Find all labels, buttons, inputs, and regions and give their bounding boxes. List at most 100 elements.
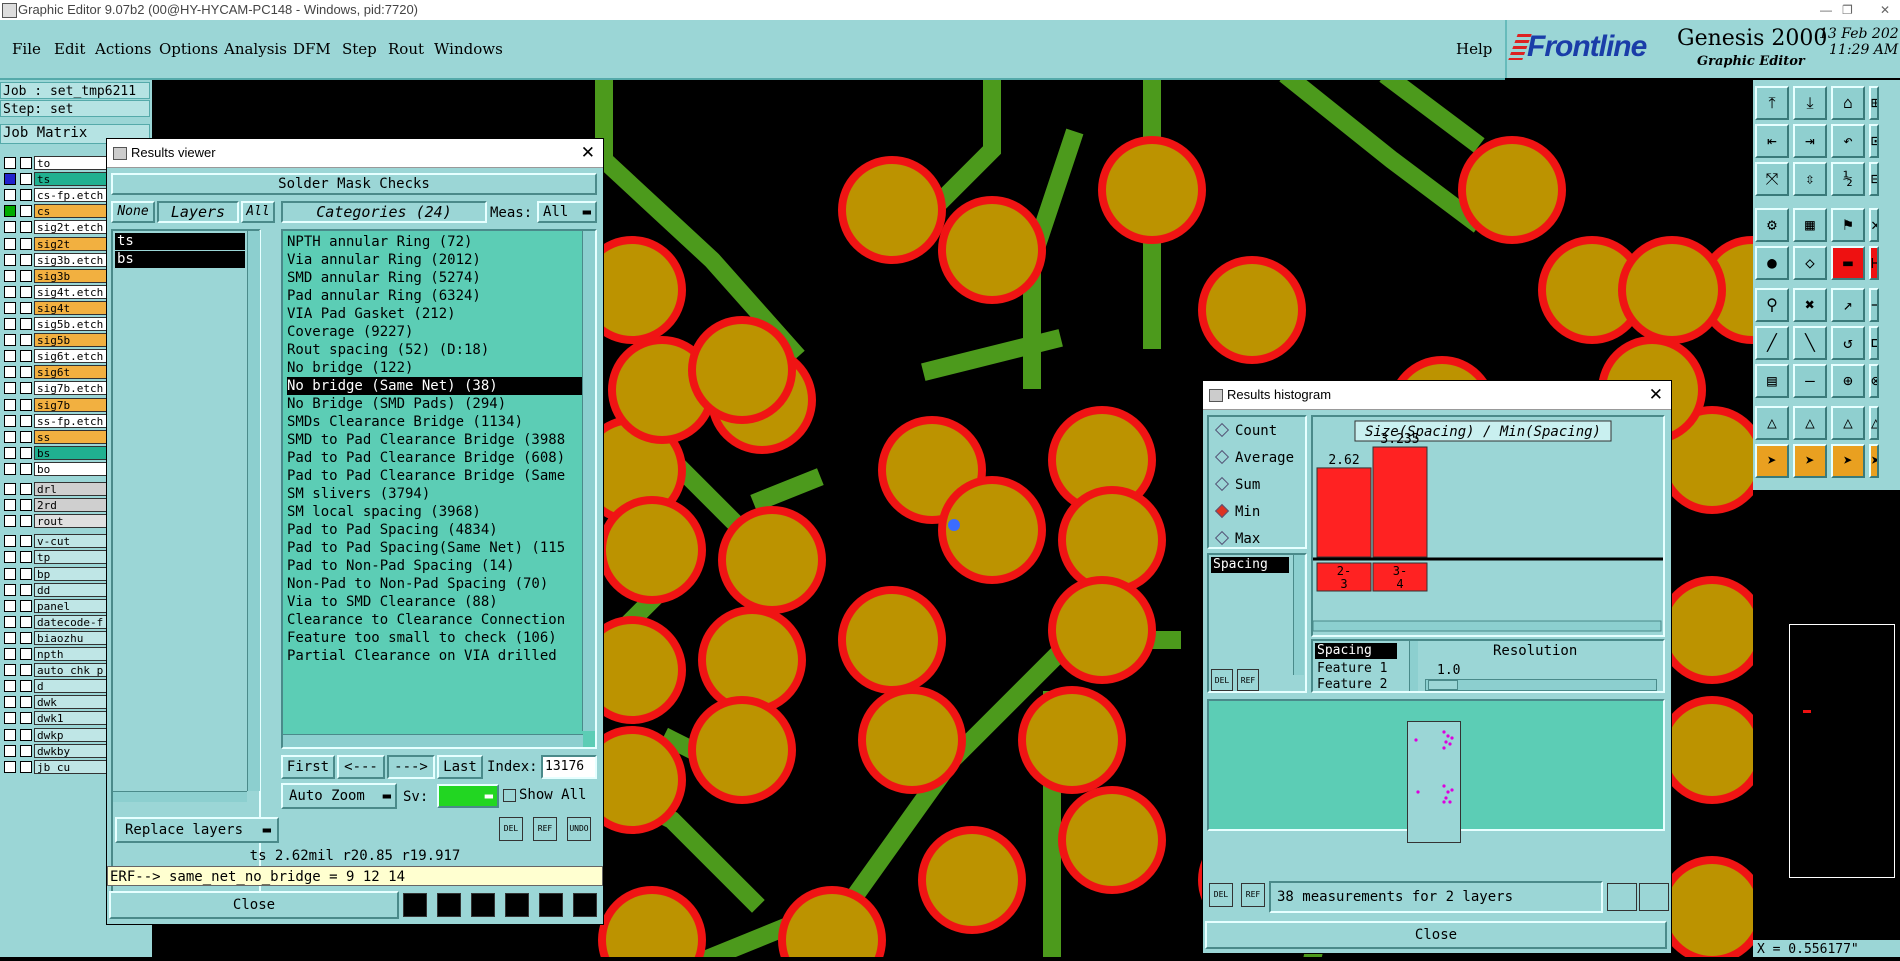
category-item[interactable]: SMDs Clearance Bridge (1134) <box>287 413 582 431</box>
layer-checkbox[interactable] <box>4 728 16 741</box>
category-item[interactable]: Non-Pad to Non-Pad Spacing (70) <box>287 575 582 593</box>
category-item[interactable]: No bridge (122) <box>287 359 582 377</box>
layer-row[interactable]: to <box>4 156 108 170</box>
layer-row[interactable]: 2rd <box>4 498 108 513</box>
layers-scrollbar[interactable] <box>247 231 260 791</box>
pad[interactable] <box>926 834 1018 926</box>
layer-name[interactable]: dd <box>34 582 108 597</box>
hist-ref-button-small[interactable]: REF <box>1237 669 1259 691</box>
menu-edit[interactable]: Edit <box>54 40 85 58</box>
list-icon[interactable]: ▤ <box>1755 364 1789 398</box>
undo-icon[interactable]: ↶ <box>1831 124 1865 158</box>
axis-scrollbar[interactable] <box>1409 641 1418 691</box>
layer-row[interactable]: dd <box>4 582 108 597</box>
category-item[interactable]: NPTH annular Ring (72) <box>287 233 582 251</box>
layer-affect-box[interactable] <box>20 712 32 725</box>
overview-pane[interactable] <box>1753 490 1900 940</box>
measure-list-item[interactable]: Spacing <box>1211 557 1289 573</box>
layer-name[interactable]: sig2t <box>34 236 108 251</box>
layer-name[interactable]: dwkp <box>34 727 108 742</box>
layer-row[interactable]: ss-fp.etch <box>4 413 108 428</box>
frame-icon[interactable]: ⊏ <box>1869 326 1879 360</box>
menu-file[interactable]: File <box>12 40 41 58</box>
triangle3-icon[interactable]: △ <box>1831 406 1865 440</box>
layer-name[interactable]: sig3b.etch <box>34 252 108 267</box>
layers-button[interactable]: Layers <box>157 201 239 223</box>
layer-checkbox[interactable] <box>4 535 16 548</box>
none-button[interactable]: None <box>111 201 155 223</box>
slope2-icon[interactable]: ╲ <box>1793 326 1827 360</box>
layer-row[interactable]: dwk <box>4 695 108 710</box>
layer-name[interactable]: auto_chk_p <box>34 663 108 678</box>
layer-name[interactable]: sig2t.etch <box>34 220 108 235</box>
category-item[interactable]: Pad to Non-Pad Spacing (14) <box>287 557 582 575</box>
replace-layers-dropdown[interactable]: Replace layers ▬ <box>115 817 279 843</box>
remove-icon[interactable]: ⊗ <box>1869 364 1879 398</box>
layer-checkbox[interactable] <box>4 551 16 564</box>
layer-name[interactable]: sig3b <box>34 268 108 283</box>
shape-icon[interactable]: ◇ <box>1793 246 1827 280</box>
triangle2-icon[interactable]: △ <box>1793 406 1827 440</box>
resolution-slider[interactable] <box>1425 679 1657 691</box>
category-item[interactable]: Coverage (9227) <box>287 323 582 341</box>
layer-checkbox[interactable] <box>4 430 16 443</box>
layer-row[interactable]: v-cut <box>4 534 108 549</box>
tool-icon-5[interactable] <box>539 893 563 917</box>
close-button[interactable]: Close <box>109 891 399 919</box>
minimize-icon[interactable]: — <box>1820 0 1832 20</box>
pad[interactable] <box>1466 144 1558 236</box>
layer-row[interactable]: sig7b <box>4 397 108 412</box>
box-icon[interactable]: ⊟ <box>1869 162 1879 196</box>
category-item[interactable]: Pad to Pad Clearance Bridge (608) <box>287 449 582 467</box>
layer-row[interactable]: sig4t.etch <box>4 284 108 299</box>
layer-affect-box[interactable] <box>20 269 32 282</box>
layer-affect-box[interactable] <box>20 301 32 314</box>
category-item[interactable]: Rout spacing (52) (D:18) <box>287 341 582 359</box>
layer-row[interactable]: datecode-f <box>4 614 108 629</box>
layer-affect-box[interactable] <box>20 583 32 596</box>
layer-affect-box[interactable] <box>20 189 32 202</box>
category-item[interactable]: Via annular Ring (2012) <box>287 251 582 269</box>
layer-name[interactable]: biaozhu <box>34 630 108 645</box>
layer-checkbox[interactable] <box>4 173 16 186</box>
layer-affect-box[interactable] <box>20 462 32 475</box>
right-icon[interactable]: ⇥ <box>1793 124 1827 158</box>
layer-affect-box[interactable] <box>20 760 32 773</box>
layer-name[interactable]: ts <box>34 172 108 187</box>
layer-row[interactable]: rout <box>4 514 108 529</box>
pointer-icon[interactable]: ➤ <box>1755 444 1789 478</box>
hist-ref-button[interactable]: REF <box>1241 883 1265 907</box>
category-item[interactable]: Via to SMD Clearance (88) <box>287 593 582 611</box>
index-input[interactable]: 13176 <box>541 755 597 779</box>
histogram-bar[interactable] <box>1316 467 1372 558</box>
menu-rout[interactable]: Rout <box>388 40 424 58</box>
menu-options[interactable]: Options <box>159 40 218 58</box>
layer-affect-box[interactable] <box>20 173 32 186</box>
layer-row[interactable]: biaozhu <box>4 630 108 645</box>
categories-button[interactable]: Categories (24) <box>281 201 487 223</box>
layer-name[interactable]: rout <box>34 514 108 529</box>
auto-zoom-dropdown[interactable]: Auto Zoom ▬ <box>281 783 397 809</box>
layer-checkbox[interactable] <box>4 615 16 628</box>
expand-icon[interactable]: ⤧ <box>1755 162 1789 196</box>
axis-item[interactable]: Feature 2 <box>1317 677 1387 692</box>
layer-name[interactable]: drl <box>34 482 108 496</box>
pad[interactable] <box>1066 494 1158 586</box>
category-item[interactable]: Pad to Pad Spacing (4834) <box>287 521 582 539</box>
hist-del-button-small[interactable]: DEL <box>1211 669 1233 691</box>
layer-name[interactable]: sig5b <box>34 333 108 348</box>
layer-checkbox[interactable] <box>4 269 16 282</box>
layer-checkbox[interactable] <box>4 414 16 427</box>
del-button[interactable]: DEL <box>499 817 523 841</box>
pad[interactable] <box>846 164 938 256</box>
triangle-icon[interactable]: △ <box>1755 406 1789 440</box>
layer-checkbox[interactable] <box>4 398 16 411</box>
layer-row[interactable]: dwkp <box>4 727 108 742</box>
layer-checkbox[interactable] <box>4 285 16 298</box>
layer-affect-box[interactable] <box>20 483 32 495</box>
slope-icon[interactable]: ╱ <box>1755 326 1789 360</box>
layer-affect-box[interactable] <box>20 728 32 741</box>
layer-name[interactable]: 2rd <box>34 498 108 513</box>
mode-radio-max[interactable]: Max <box>1214 530 1260 547</box>
layer-name[interactable]: dwk <box>34 695 108 710</box>
